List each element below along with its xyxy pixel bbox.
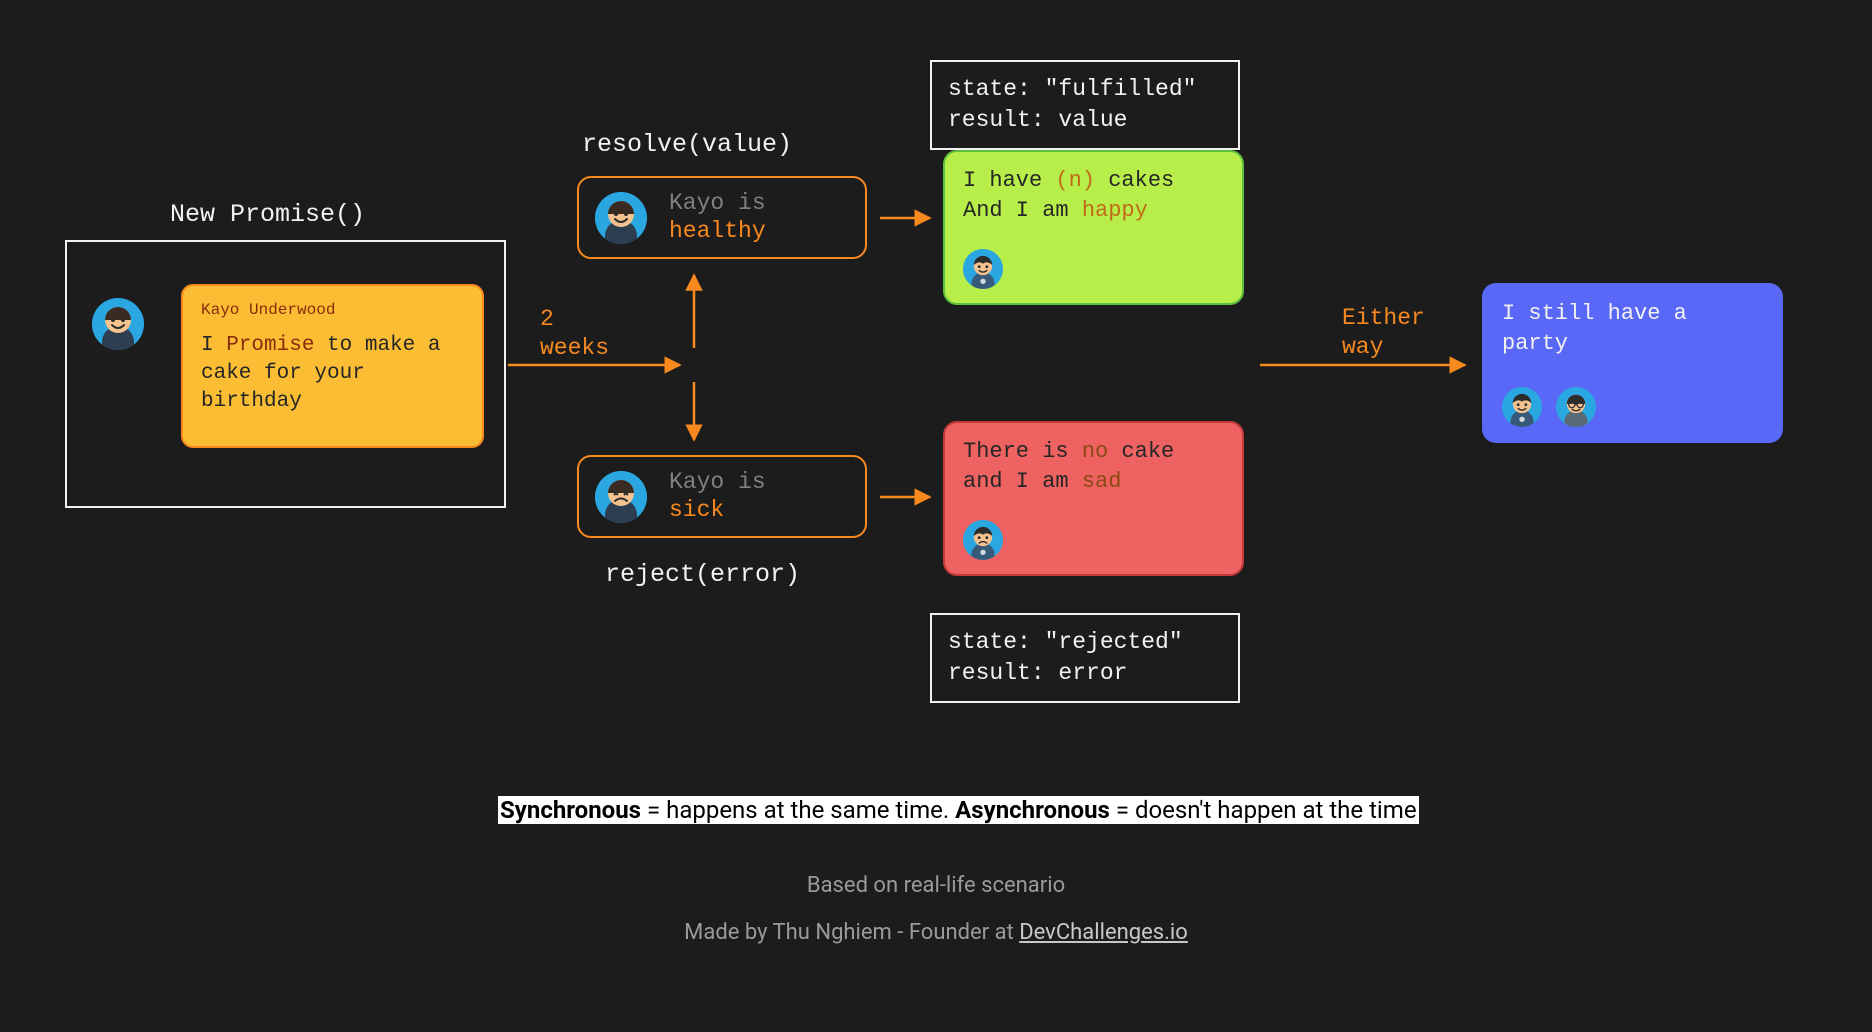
kayo-sick-avatar-icon xyxy=(595,471,647,523)
boy-happy-avatar-icon xyxy=(963,249,1003,289)
fulfilled-info-box: state: "fulfilled" result: value xyxy=(930,60,1240,150)
devchallenges-link[interactable]: DevChallenges.io xyxy=(1019,920,1188,945)
promise-card: Kayo Underwood I Promise to make a cake … xyxy=(181,284,484,448)
sad-line-2: and I am sad xyxy=(963,467,1224,497)
kayo-healthy-avatar-icon xyxy=(595,192,647,244)
two-weeks-label: 2 weeks xyxy=(540,305,609,363)
sick-card: Kayo is sick xyxy=(577,455,867,538)
new-promise-label: New Promise() xyxy=(170,200,365,229)
promise-card-text: I Promise to make a cake for your birthd… xyxy=(201,332,464,417)
sad-card: There is no cake and I am sad xyxy=(943,421,1244,576)
made-by-text: Made by Thu Nghiem - Founder at DevChall… xyxy=(0,920,1872,945)
sad-line-1: There is no cake xyxy=(963,437,1224,467)
party-card: I still have a party xyxy=(1482,283,1783,443)
either-way-label: Either way xyxy=(1342,304,1425,362)
healthy-card: Kayo is healthy xyxy=(577,176,867,259)
based-on-text: Based on real-life scenario xyxy=(0,873,1872,898)
happy-line-2: And I am happy xyxy=(963,196,1224,226)
resolve-label: resolve(value) xyxy=(582,130,792,159)
boy-party-avatar-icon xyxy=(1502,387,1542,427)
happy-card: I have (n) cakes And I am happy xyxy=(943,150,1244,305)
kayo-avatar-icon xyxy=(92,298,144,350)
definition-strip: Synchronous = happens at the same time. … xyxy=(498,796,1419,824)
girl-party-avatar-icon xyxy=(1556,387,1596,427)
sick-text: Kayo is sick xyxy=(669,469,766,524)
boy-sad-avatar-icon xyxy=(963,520,1003,560)
promise-card-name: Kayo Underwood xyxy=(201,300,464,322)
reject-label: reject(error) xyxy=(605,560,800,589)
healthy-text: Kayo is healthy xyxy=(669,190,766,245)
party-text: I still have a party xyxy=(1502,299,1763,358)
happy-line-1: I have (n) cakes xyxy=(963,166,1224,196)
rejected-info-box: state: "rejected" result: error xyxy=(930,613,1240,703)
